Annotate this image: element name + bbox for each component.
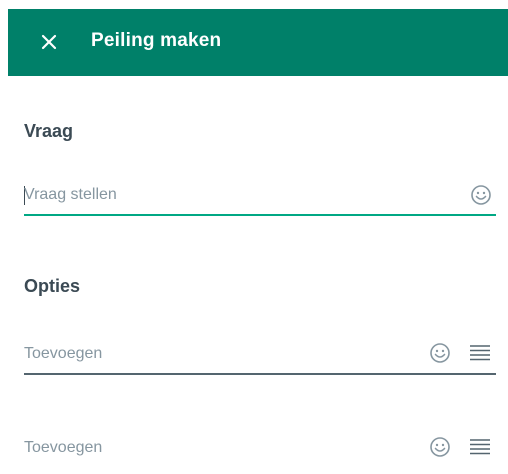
emoji-icon xyxy=(471,185,491,205)
close-icon xyxy=(41,34,57,50)
option-input-1[interactable] xyxy=(24,340,444,368)
drag-handle-icon xyxy=(470,345,490,361)
question-underline xyxy=(24,214,496,216)
option-2-emoji-button[interactable] xyxy=(428,435,452,459)
option-1-emoji-button[interactable] xyxy=(428,341,452,365)
question-section-title: Vraag xyxy=(24,121,74,141)
page-title: Peiling maken xyxy=(91,30,222,51)
emoji-icon xyxy=(430,437,450,457)
emoji-icon xyxy=(430,343,450,363)
options-section-title: Opties xyxy=(24,276,81,296)
drag-handle-icon xyxy=(470,439,490,455)
option-field-2 xyxy=(24,434,496,474)
close-button[interactable] xyxy=(38,31,60,53)
option-1-underline xyxy=(24,373,496,375)
poll-header: Peiling maken xyxy=(8,9,508,76)
question-field xyxy=(24,181,496,221)
question-input[interactable] xyxy=(24,181,444,209)
option-1-drag-handle[interactable] xyxy=(468,341,492,365)
option-input-2[interactable] xyxy=(24,434,444,462)
option-field-1 xyxy=(24,340,496,380)
option-2-drag-handle[interactable] xyxy=(468,435,492,459)
question-emoji-button[interactable] xyxy=(469,183,493,207)
